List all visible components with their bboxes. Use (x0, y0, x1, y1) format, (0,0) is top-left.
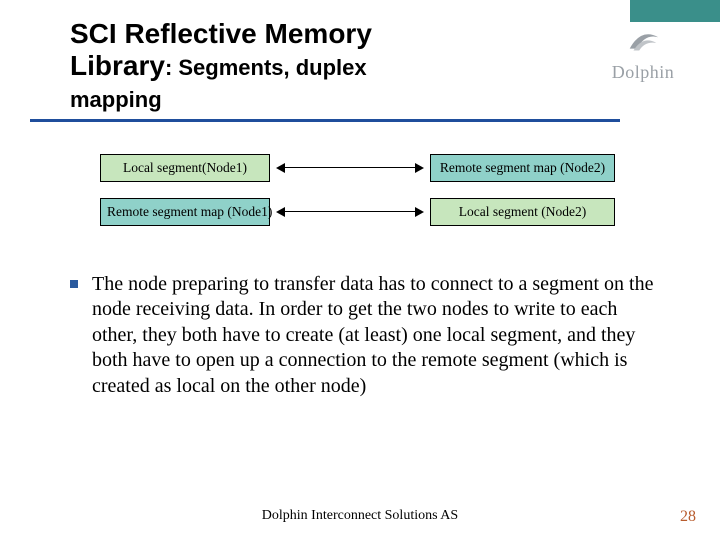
bullet-icon (70, 280, 78, 288)
slide-title: SCI Reflective Memory Library: Segments,… (70, 18, 690, 115)
arrow-head-left-icon (276, 163, 285, 173)
slide: SCI Reflective Memory Library: Segments,… (0, 0, 720, 540)
arrow-bottom (284, 211, 416, 213)
title-underline (30, 119, 620, 122)
body-text: The node preparing to transfer data has … (92, 272, 660, 400)
box-local-node2: Local segment (Node2) (430, 198, 615, 226)
arrow-top (284, 167, 416, 169)
box-remote-map-node2: Remote segment map (Node2) (430, 154, 615, 182)
footer-text: Dolphin Interconnect Solutions AS (0, 508, 720, 524)
title-line3: mapping (70, 87, 162, 112)
title-area: SCI Reflective Memory Library: Segments,… (70, 18, 690, 122)
arrow-head-right-icon (415, 207, 424, 217)
title-line1: SCI Reflective Memory (70, 18, 372, 49)
box-remote-map-node1: Remote segment map (Node1) (100, 198, 270, 226)
title-line2b: : Segments, duplex (165, 55, 367, 80)
arrow-head-left-icon (276, 207, 285, 217)
page-number: 28 (680, 508, 696, 526)
box-local-node1: Local segment(Node1) (100, 154, 270, 182)
title-line2a: Library (70, 50, 165, 81)
arrow-head-right-icon (415, 163, 424, 173)
diagram: Local segment(Node1) Remote segment map … (70, 154, 690, 254)
body-block: The node preparing to transfer data has … (70, 272, 690, 400)
